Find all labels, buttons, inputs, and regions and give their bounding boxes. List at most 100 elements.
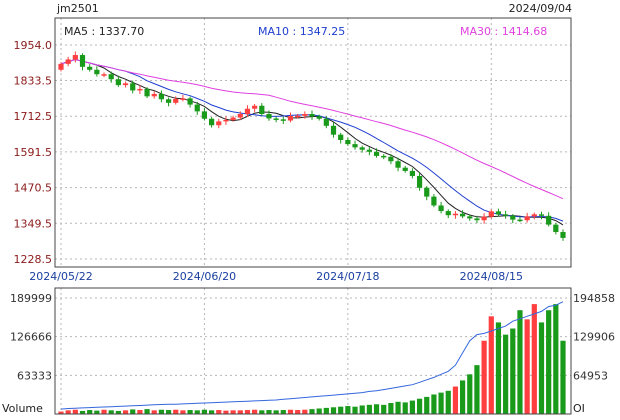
volume-bar xyxy=(266,410,272,414)
volume-bar xyxy=(165,410,172,414)
candle-body xyxy=(395,161,401,168)
volume-bar xyxy=(553,304,559,414)
volume-bar xyxy=(338,406,344,414)
candle-body xyxy=(352,144,358,148)
candle-body xyxy=(151,93,157,97)
candle-body xyxy=(538,214,545,216)
candle-body xyxy=(244,108,251,115)
ma5-line xyxy=(60,58,564,226)
candle-body xyxy=(266,114,272,119)
candle-body xyxy=(546,215,552,225)
price-tick-label: 1228.5 xyxy=(14,253,53,266)
open-interest-path xyxy=(60,301,564,410)
candle-body xyxy=(495,211,502,215)
price-tick-label: 1833.5 xyxy=(14,75,53,88)
volume-bar xyxy=(524,319,530,414)
candle-body xyxy=(115,79,121,86)
candle-body xyxy=(158,93,164,100)
volume-tick-label: 126666 xyxy=(10,331,52,344)
candle-body xyxy=(79,55,86,67)
volume-tick-label: 63333 xyxy=(17,369,52,382)
volume-bar xyxy=(273,410,279,414)
candle-body xyxy=(345,139,351,145)
volume-bar xyxy=(151,410,157,414)
volume-bar xyxy=(94,410,100,414)
candle-body xyxy=(330,125,337,135)
volume-bar xyxy=(309,409,315,414)
candle-body xyxy=(302,114,308,116)
candle-body xyxy=(259,105,265,115)
candle-body xyxy=(237,114,243,118)
candle-body xyxy=(416,175,423,188)
candle-body xyxy=(366,149,372,152)
volume-axis: 189999 126666 63333 194858 129906 64953 xyxy=(10,292,615,382)
candle-body xyxy=(287,116,294,121)
price-axis: 1954.0 1833.5 1712.5 1591.5 1470.5 1349.5 1228… xyxy=(14,39,53,266)
volume-bar xyxy=(316,408,322,414)
candle-body xyxy=(452,213,459,216)
candle-body xyxy=(553,224,559,233)
candle-body xyxy=(58,63,64,70)
volume-bar xyxy=(87,410,93,414)
volume-bar xyxy=(503,334,509,414)
candle-body xyxy=(108,74,114,80)
volume-bar xyxy=(223,410,229,414)
date-tick-label: 2024/05/22 xyxy=(29,270,92,283)
volume-bar xyxy=(137,410,143,414)
candle-body xyxy=(194,104,200,112)
volume-bar xyxy=(108,410,114,414)
candle-body xyxy=(510,215,516,220)
volume-bar xyxy=(474,365,480,414)
volume-bar xyxy=(180,410,186,414)
candle-body xyxy=(87,66,93,70)
volume-bars xyxy=(58,304,566,414)
candle-body xyxy=(438,205,444,212)
volume-bar xyxy=(259,410,265,414)
volume-bar xyxy=(431,394,437,414)
volume-bar xyxy=(72,409,78,414)
volume-bar xyxy=(101,409,107,414)
candle-body xyxy=(316,116,322,119)
volume-bar xyxy=(560,340,566,414)
candle-body xyxy=(467,216,473,219)
candle-body xyxy=(531,214,537,217)
candle-body xyxy=(187,98,193,105)
candle-body xyxy=(180,98,186,100)
volume-bar xyxy=(352,406,358,414)
volume-bar xyxy=(416,398,423,414)
date-tick-label: 2024/07/18 xyxy=(316,270,379,283)
volume-bar xyxy=(187,410,193,414)
candle-body xyxy=(381,155,387,158)
candle-body xyxy=(323,118,329,126)
candle-body xyxy=(359,147,365,150)
candle-body xyxy=(144,88,150,97)
volume-bar xyxy=(366,404,372,414)
candle-body xyxy=(173,98,179,103)
volume-bar xyxy=(323,407,329,414)
date-tick-label: 2024/06/20 xyxy=(173,270,236,283)
candle-body xyxy=(130,83,136,91)
volume-bar xyxy=(467,374,473,414)
candle-body xyxy=(431,196,437,206)
candle-body xyxy=(474,218,480,221)
volume-bar xyxy=(295,410,301,414)
candle-body xyxy=(101,74,107,76)
price-tick-label: 1954.0 xyxy=(14,39,53,52)
volume-bar xyxy=(216,410,222,414)
volume-bar xyxy=(495,322,502,414)
candle-body xyxy=(94,69,100,75)
candle-body xyxy=(280,119,286,121)
price-tick-label: 1712.5 xyxy=(14,110,53,123)
volume-bar xyxy=(302,409,308,414)
candle-body xyxy=(388,156,394,162)
candle-body xyxy=(517,219,523,222)
volume-bar xyxy=(460,380,466,414)
volume-bar xyxy=(345,406,351,414)
price-tick-label: 1591.5 xyxy=(14,146,53,159)
date-axis: 2024/05/22 2024/06/20 2024/07/18 2024/08/15 xyxy=(29,270,523,283)
volume-bar xyxy=(244,410,251,414)
volume-bar xyxy=(445,390,451,414)
candle-body xyxy=(503,214,509,216)
moving-average-lines xyxy=(60,58,564,226)
date-tick-label: 2024/08/15 xyxy=(460,270,523,283)
